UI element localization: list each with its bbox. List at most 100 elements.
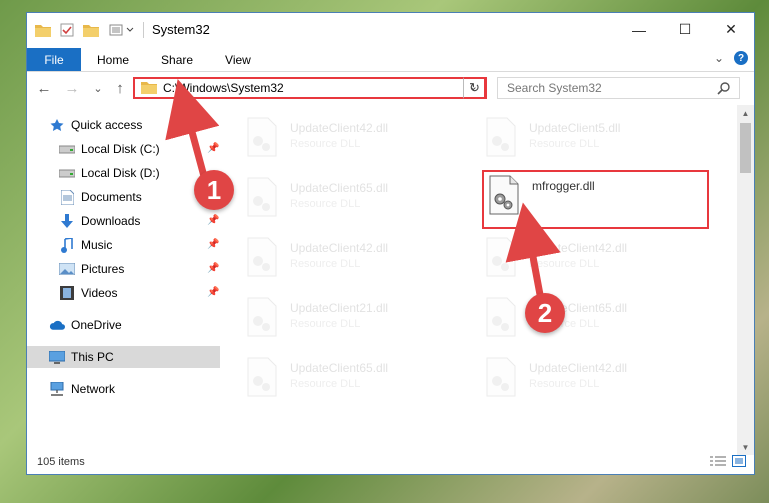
properties-icon[interactable] bbox=[59, 22, 75, 38]
expand-ribbon-icon[interactable]: ⌄ bbox=[714, 51, 724, 65]
sidebar-item-label: Music bbox=[81, 238, 113, 252]
sidebar-item-music[interactable]: Music 📌 bbox=[27, 234, 220, 256]
sidebar-item-quick-access[interactable]: Quick access bbox=[27, 114, 220, 136]
maximize-button[interactable]: ☐ bbox=[662, 13, 708, 46]
search-box[interactable]: Search System32 bbox=[497, 77, 740, 99]
sidebar-item-onedrive[interactable]: OneDrive bbox=[27, 314, 220, 336]
window-controls: — ☐ ✕ bbox=[616, 13, 754, 46]
sidebar-item-label: Documents bbox=[81, 190, 142, 204]
dll-file-icon bbox=[486, 357, 516, 397]
search-input[interactable]: Search System32 bbox=[507, 81, 602, 95]
file-name: UpdateClient65.dll bbox=[290, 181, 389, 195]
pin-icon[interactable]: 📌 bbox=[207, 287, 219, 298]
sidebar-item-this-pc[interactable]: This PC bbox=[27, 346, 220, 368]
file-item[interactable]: UpdateClient42.dll Resource DLL bbox=[246, 117, 446, 163]
sidebar-item-videos[interactable]: Videos 📌 bbox=[27, 282, 220, 304]
sidebar-item-label: Local Disk (D:) bbox=[81, 166, 160, 180]
file-type: Resource DLL bbox=[290, 198, 361, 210]
drive-icon bbox=[59, 165, 75, 181]
file-item[interactable]: UpdateClient42.dll Resource DLL bbox=[485, 357, 685, 403]
ribbon-tabs: File Home Share View ⌄ ? bbox=[27, 48, 754, 72]
large-icons-view-icon[interactable] bbox=[732, 455, 746, 470]
dll-file-icon bbox=[486, 237, 516, 277]
file-list: UpdateClient42.dll Resource DLL UpdateCli… bbox=[220, 105, 740, 450]
file-item[interactable]: UpdateClient42.dll Resource DLL bbox=[485, 237, 685, 283]
back-button[interactable]: ← bbox=[35, 79, 53, 97]
item-count: 105 items bbox=[37, 456, 85, 468]
dll-file-icon bbox=[247, 177, 277, 217]
file-highlight-box bbox=[482, 170, 709, 229]
window-title: System32 bbox=[152, 22, 210, 37]
pin-icon[interactable]: 📌 bbox=[207, 263, 219, 274]
folder-icon bbox=[141, 80, 157, 97]
new-folder-icon[interactable] bbox=[83, 22, 99, 38]
forward-button[interactable]: → bbox=[63, 79, 81, 97]
sidebar-item-network[interactable]: Network bbox=[27, 378, 220, 400]
search-icon[interactable] bbox=[717, 81, 731, 98]
details-view-icon[interactable] bbox=[710, 455, 726, 470]
scroll-up-icon[interactable]: ▲ bbox=[737, 105, 754, 121]
close-button[interactable]: ✕ bbox=[708, 13, 754, 46]
pin-icon[interactable]: 📌 bbox=[207, 143, 219, 154]
explorer-window: System32 — ☐ ✕ File Home Share View ⌄ ? … bbox=[26, 12, 755, 475]
recent-locations-button[interactable]: ⌄ bbox=[89, 79, 107, 97]
cloud-icon bbox=[49, 317, 65, 333]
sidebar-item-documents[interactable]: Documents 📌 bbox=[27, 186, 220, 208]
vertical-scrollbar[interactable]: ▲ ▼ bbox=[737, 105, 754, 455]
file-type: Resource DLL bbox=[290, 318, 361, 330]
sidebar-item-downloads[interactable]: Downloads 📌 bbox=[27, 210, 220, 232]
view-buttons bbox=[710, 455, 746, 470]
sidebar-item-local-disk-d[interactable]: Local Disk (D:) bbox=[27, 162, 220, 184]
file-item[interactable]: UpdateClient65.dll Resource DLL bbox=[246, 357, 446, 403]
documents-icon bbox=[59, 189, 75, 205]
sidebar-item-pictures[interactable]: Pictures 📌 bbox=[27, 258, 220, 280]
file-item[interactable]: UpdateClient42.dll Resource DLL bbox=[246, 237, 446, 283]
up-button[interactable]: ↑ bbox=[111, 79, 129, 97]
sidebar-item-label: OneDrive bbox=[71, 318, 122, 332]
help-icon[interactable]: ? bbox=[734, 51, 748, 65]
scroll-thumb[interactable] bbox=[740, 123, 751, 173]
tab-home[interactable]: Home bbox=[81, 48, 145, 71]
tab-share[interactable]: Share bbox=[145, 48, 209, 71]
file-type: Resource DLL bbox=[290, 258, 361, 270]
drive-icon bbox=[59, 141, 75, 157]
pictures-icon bbox=[59, 261, 75, 277]
tab-view[interactable]: View bbox=[209, 48, 267, 71]
navigation-bar: ← → ⌄ ↑ C:\Windows\System32 ⌄ ↻ Search S… bbox=[27, 77, 754, 101]
file-name: UpdateClient42.dll bbox=[290, 121, 389, 135]
customize-toolbar-icon[interactable] bbox=[107, 22, 137, 38]
star-icon bbox=[49, 117, 65, 133]
refresh-button[interactable]: ↻ bbox=[463, 77, 487, 99]
step-2-callout: 2 bbox=[525, 293, 565, 333]
tab-file[interactable]: File bbox=[27, 48, 81, 71]
file-name: UpdateClient5.dll bbox=[529, 121, 621, 135]
ribbon-right: ⌄ ? bbox=[714, 51, 748, 65]
title-bar: System32 — ☐ ✕ bbox=[27, 13, 754, 46]
download-icon bbox=[59, 213, 75, 229]
file-type: Resource DLL bbox=[290, 138, 361, 150]
dll-file-icon bbox=[247, 357, 277, 397]
dll-file-icon bbox=[247, 117, 277, 157]
pin-icon[interactable]: 📌 bbox=[207, 239, 219, 250]
file-item[interactable]: UpdateClient65.dll Resource DLL bbox=[485, 297, 685, 343]
title-separator bbox=[143, 21, 144, 38]
file-name: UpdateClient42.dll bbox=[290, 241, 389, 255]
file-item[interactable]: UpdateClient5.dll Resource DLL bbox=[485, 117, 685, 163]
folder-icon bbox=[35, 22, 51, 38]
file-item[interactable]: UpdateClient21.dll Resource DLL bbox=[246, 297, 446, 343]
file-name: UpdateClient42.dll bbox=[529, 361, 628, 375]
file-name: UpdateClient65.dll bbox=[290, 361, 389, 375]
dll-file-icon bbox=[247, 297, 277, 337]
pin-icon[interactable]: 📌 bbox=[207, 215, 219, 226]
address-bar[interactable]: C:\Windows\System32 ⌄ bbox=[133, 77, 486, 99]
pc-icon bbox=[49, 349, 65, 365]
minimize-button[interactable]: — bbox=[616, 13, 662, 46]
videos-icon bbox=[59, 285, 75, 301]
file-item[interactable]: UpdateClient65.dll Resource DLL bbox=[246, 177, 446, 223]
file-name: UpdateClient21.dll bbox=[290, 301, 389, 315]
status-bar: 105 items bbox=[27, 450, 754, 474]
address-path[interactable]: C:\Windows\System32 bbox=[163, 81, 284, 95]
step-1-callout: 1 bbox=[194, 170, 234, 210]
sidebar-item-label: Pictures bbox=[81, 262, 125, 276]
sidebar-item-local-disk-c[interactable]: Local Disk (C:) 📌 bbox=[27, 138, 220, 160]
